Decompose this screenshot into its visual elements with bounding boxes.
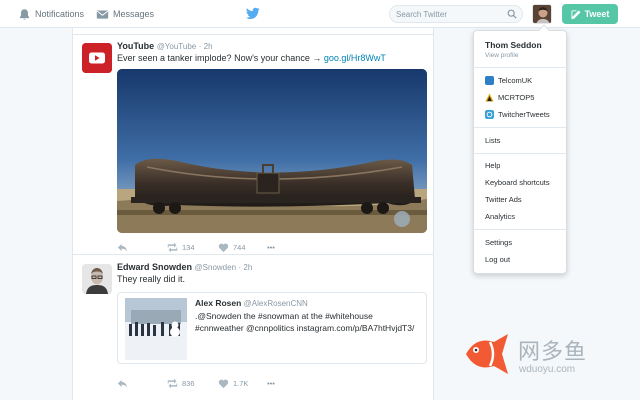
notifications-label: Notifications	[35, 9, 85, 19]
tweet[interactable]: Edward Snowden @Snowden · 2h They really…	[73, 256, 433, 400]
tweet-header: YouTube @YouTube · 2h	[117, 41, 213, 51]
more-button[interactable]: •••	[267, 376, 275, 390]
more-icon: •••	[267, 378, 275, 388]
tweet-timestamp[interactable]: · 2h	[239, 263, 253, 272]
compose-icon	[571, 9, 581, 19]
reply-button[interactable]	[117, 240, 132, 254]
dropdown-divider	[474, 127, 566, 128]
dropdown-divider	[474, 153, 566, 154]
snowman-photo	[125, 298, 187, 360]
retweet-icon	[167, 242, 178, 252]
dropdown-item-account-mcrtop5[interactable]: MCRTOP5	[485, 91, 534, 103]
avatar	[82, 264, 112, 294]
dropdown-item-lists[interactable]: Lists	[485, 134, 500, 146]
dropdown-item-keyboard-shortcuts[interactable]: Keyboard shortcuts	[485, 176, 550, 188]
account-avatar-button[interactable]	[532, 4, 552, 24]
tweet-author-handle[interactable]: @Snowden	[195, 263, 236, 272]
bell-icon	[19, 8, 30, 20]
dropdown-item-account-twitchertweets[interactable]: TwitcherTweets	[485, 108, 550, 120]
heart-icon	[218, 379, 229, 388]
fish-logo-icon	[466, 334, 508, 374]
twitter-bird-icon[interactable]	[246, 7, 260, 20]
tweet-header: Edward Snowden @Snowden · 2h	[117, 262, 252, 272]
more-icon: •••	[267, 242, 275, 252]
messages-label: Messages	[113, 9, 155, 19]
retweet-count: 836	[182, 378, 195, 388]
tweet-timestamp[interactable]: · 2h	[199, 42, 213, 51]
watermark-url: wduoyu.com	[519, 364, 576, 375]
dropdown-user-name: Thom Seddon	[485, 40, 542, 50]
like-count: 744	[233, 242, 246, 252]
watermark: 网多鱼 wduoyu.com	[462, 330, 632, 386]
dropdown-item-log-out[interactable]: Log out	[485, 253, 510, 265]
account-avatar-icon	[485, 75, 494, 85]
more-button[interactable]: •••	[267, 240, 275, 254]
quoted-author-handle: @AlexRosenCNN	[243, 299, 308, 308]
like-button[interactable]: 1.7K	[218, 376, 248, 390]
compose-tweet-button[interactable]: Tweet	[562, 4, 618, 24]
tweet-author-name[interactable]: YouTube	[117, 41, 154, 51]
tweet-text: They really did it.	[117, 274, 186, 284]
timeline: YouTube @YouTube · 2h Ever seen a tanker…	[72, 28, 434, 400]
tweet-button-label: Tweet	[584, 9, 610, 19]
watermark-brand: 网多鱼	[518, 340, 588, 365]
quoted-tweet-text: .@Snowden the #snowman at the #whitehous…	[195, 311, 415, 333]
quoted-author-name: Alex Rosen	[195, 298, 242, 308]
account-label: MCRTOP5	[498, 92, 535, 102]
dropdown-item-settings[interactable]: Settings	[485, 236, 512, 248]
tweet-author-avatar[interactable]	[82, 264, 112, 294]
tweet-link[interactable]: goo.gl/Hr8WwT	[324, 53, 386, 63]
tweet-body: Ever seen a tanker implode? Now's your c…	[117, 53, 324, 63]
messages-tab[interactable]: Messages	[96, 0, 154, 28]
reply-button[interactable]	[117, 376, 132, 390]
timeline-top-divider	[73, 28, 433, 35]
like-count: 1.7K	[233, 378, 249, 388]
retweet-icon	[167, 378, 178, 388]
view-profile-link[interactable]: View profile	[485, 52, 542, 59]
account-avatar-icon	[485, 109, 494, 119]
tweet-media-image[interactable]	[117, 69, 427, 233]
tweet[interactable]: YouTube @YouTube · 2h Ever seen a tanker…	[73, 35, 433, 255]
tweet-author-avatar[interactable]	[82, 43, 112, 73]
envelope-icon	[96, 9, 109, 19]
reply-icon	[117, 243, 128, 252]
heart-icon	[218, 243, 229, 252]
dropdown-divider	[474, 67, 566, 68]
account-label: TwitcherTweets	[498, 109, 550, 119]
retweet-button[interactable]: 134	[167, 240, 195, 254]
search-icon[interactable]	[507, 9, 517, 19]
quoted-tweet-card[interactable]: Alex Rosen @AlexRosenCNN .@Snowden the #…	[117, 292, 427, 364]
account-avatar-icon	[485, 92, 494, 102]
tweet-text: Ever seen a tanker implode? Now's your c…	[117, 53, 386, 63]
tanker-photo	[117, 69, 427, 233]
search-input[interactable]	[396, 8, 504, 21]
search-box	[389, 5, 523, 23]
retweet-button[interactable]: 836	[167, 376, 195, 390]
youtube-logo-icon	[82, 43, 112, 73]
account-label: TelcomUK	[498, 75, 533, 85]
notifications-tab[interactable]: Notifications	[18, 0, 84, 28]
avatar	[533, 5, 551, 23]
quoted-tweet-header: Alex Rosen @AlexRosenCNN	[195, 298, 308, 308]
dropdown-item-help[interactable]: Help	[485, 159, 500, 171]
dropdown-item-twitter-ads[interactable]: Twitter Ads	[485, 193, 522, 205]
tweet-author-handle[interactable]: @YouTube	[157, 42, 197, 51]
dropdown-item-analytics[interactable]: Analytics	[485, 210, 515, 222]
dropdown-profile-link[interactable]: Thom Seddon View profile	[485, 40, 542, 59]
dropdown-divider	[474, 229, 566, 230]
quoted-tweet-image[interactable]	[125, 298, 187, 360]
account-dropdown-menu: Thom Seddon View profile TelcomUK MCRTOP…	[473, 24, 567, 274]
like-button[interactable]: 744	[218, 240, 246, 254]
dropdown-item-account-telcomuk[interactable]: TelcomUK	[485, 74, 532, 86]
tweet-author-name[interactable]: Edward Snowden	[117, 262, 192, 272]
retweet-count: 134	[182, 242, 195, 252]
reply-icon	[117, 379, 128, 388]
